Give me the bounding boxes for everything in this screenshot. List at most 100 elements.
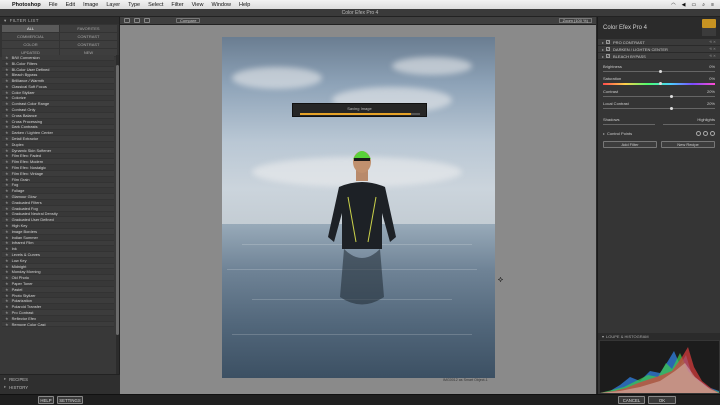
loupe-histogram-header[interactable]: ▾ LOUPE & HISTOGRAM <box>598 333 720 340</box>
favorite-star-icon[interactable]: ★ <box>5 142 9 147</box>
favorite-star-icon[interactable]: ★ <box>5 322 9 327</box>
favorite-star-icon[interactable]: ★ <box>5 165 9 170</box>
ok-button[interactable]: OK <box>648 396 676 404</box>
favorite-star-icon[interactable]: ★ <box>5 148 9 153</box>
favorite-star-icon[interactable]: ★ <box>5 246 9 251</box>
slider-track[interactable] <box>603 95 715 98</box>
favorite-star-icon[interactable]: ★ <box>5 101 9 106</box>
favorite-star-icon[interactable]: ★ <box>5 264 9 269</box>
expand-arrow-icon[interactable]: ▸ <box>602 54 604 59</box>
slider-track[interactable] <box>603 107 715 110</box>
wifi-icon[interactable]: ◠ <box>671 2 675 8</box>
favorite-star-icon[interactable]: ★ <box>5 229 9 234</box>
filter-options-icon[interactable]: ⟲ ✕ <box>709 40 716 44</box>
filter-stack-item[interactable]: ▸ ✓ DARKEN / LIGHTEN CENTER ⟲ ✕ <box>598 46 720 53</box>
filter-list-item[interactable]: ★ Remove Color Cast <box>2 322 114 328</box>
favorite-star-icon[interactable]: ★ <box>5 310 9 315</box>
favorite-star-icon[interactable]: ★ <box>5 269 9 274</box>
adjustment-slider[interactable]: Local Contrast 20% <box>603 101 715 110</box>
filter-stack-item[interactable]: ▸ ✓ BLEACH BYPASS ⟲ ✕ <box>598 53 720 60</box>
scrollbar-thumb[interactable] <box>116 65 119 335</box>
side-by-side-icon[interactable] <box>144 18 150 23</box>
menu-app-name[interactable]: Photoshop <box>12 2 41 8</box>
collapse-arrow-icon[interactable]: ▾ <box>4 18 7 24</box>
adjustment-slider[interactable]: Saturation 0% <box>603 76 715 85</box>
favorite-star-icon[interactable]: ★ <box>5 72 9 77</box>
zoom-select[interactable]: Zoom (100 %) <box>558 18 592 23</box>
adjustment-slider[interactable]: Contrast 20% <box>603 89 715 98</box>
slider-track[interactable] <box>603 82 715 85</box>
slider-knob[interactable] <box>659 70 662 73</box>
add-control-point-icon[interactable] <box>696 131 701 136</box>
favorite-star-icon[interactable]: ★ <box>5 194 9 199</box>
highlights-slider[interactable] <box>663 124 715 125</box>
category-tab[interactable]: CONTRAST <box>60 33 117 40</box>
menu-image[interactable]: Image <box>83 2 98 8</box>
favorite-star-icon[interactable]: ★ <box>5 211 9 216</box>
favorite-star-icon[interactable]: ★ <box>5 281 9 286</box>
favorite-star-icon[interactable]: ★ <box>5 304 9 309</box>
favorite-star-icon[interactable]: ★ <box>5 240 9 245</box>
favorite-star-icon[interactable]: ★ <box>5 235 9 240</box>
favorite-star-icon[interactable]: ★ <box>5 223 9 228</box>
slider-knob[interactable] <box>670 95 674 98</box>
enable-checkbox[interactable]: ✓ <box>606 40 611 44</box>
favorite-star-icon[interactable]: ★ <box>5 55 9 60</box>
favorite-star-icon[interactable]: ★ <box>5 206 9 211</box>
expand-arrow-icon[interactable]: ▸ <box>602 47 604 52</box>
favorite-star-icon[interactable]: ★ <box>5 119 9 124</box>
favorite-star-icon[interactable]: ★ <box>5 217 9 222</box>
favorite-star-icon[interactable]: ★ <box>5 171 9 176</box>
menu-window[interactable]: Window <box>211 2 231 8</box>
help-button[interactable]: HELP <box>38 396 54 404</box>
menu-edit[interactable]: Edit <box>66 2 75 8</box>
cancel-button[interactable]: CANCEL <box>618 396 645 404</box>
favorite-star-icon[interactable]: ★ <box>5 177 9 182</box>
category-tab[interactable]: COLOR <box>2 41 59 48</box>
compare-button[interactable]: Compare <box>176 18 201 23</box>
adjustment-slider[interactable]: Brightness 0% <box>603 64 715 73</box>
favorite-star-icon[interactable]: ★ <box>5 275 9 280</box>
favorite-star-icon[interactable]: ★ <box>5 107 9 112</box>
split-view-icon[interactable] <box>134 18 140 23</box>
favorite-star-icon[interactable]: ★ <box>5 188 9 193</box>
recipes-section[interactable]: ▸ RECIPES <box>0 375 120 383</box>
favorite-star-icon[interactable]: ★ <box>5 84 9 89</box>
category-tab[interactable]: CONTRAST <box>60 41 117 48</box>
menu-file[interactable]: File <box>49 2 58 8</box>
filter-options-icon[interactable]: ⟲ ✕ <box>709 54 716 58</box>
toggle-control-point-icon[interactable] <box>710 131 715 136</box>
remove-control-point-icon[interactable] <box>703 131 708 136</box>
favorite-star-icon[interactable]: ★ <box>5 78 9 83</box>
add-filter-button[interactable]: Add Filter <box>603 141 657 148</box>
category-tab[interactable]: FAVORITES <box>60 25 117 32</box>
battery-icon[interactable]: ▭ <box>692 2 697 8</box>
favorite-star-icon[interactable]: ★ <box>5 159 9 164</box>
category-tab[interactable]: COMMERCIAL <box>2 33 59 40</box>
new-recipe-button[interactable]: New Recipe <box>661 141 715 148</box>
favorite-star-icon[interactable]: ★ <box>5 61 9 66</box>
category-tab[interactable]: ALL <box>2 25 59 32</box>
favorite-star-icon[interactable]: ★ <box>5 113 9 118</box>
favorite-star-icon[interactable]: ★ <box>5 200 9 205</box>
slider-track[interactable] <box>603 70 715 73</box>
history-section[interactable]: ▸ HISTORY <box>0 383 120 391</box>
slider-knob[interactable] <box>670 107 674 110</box>
favorite-star-icon[interactable]: ★ <box>5 316 9 321</box>
filter-list-scrollbar[interactable] <box>116 55 119 388</box>
enable-checkbox[interactable]: ✓ <box>606 54 611 58</box>
favorite-star-icon[interactable]: ★ <box>5 95 9 100</box>
favorite-star-icon[interactable]: ★ <box>5 153 9 158</box>
favorite-star-icon[interactable]: ★ <box>5 90 9 95</box>
favorite-star-icon[interactable]: ★ <box>5 258 9 263</box>
filter-options-icon[interactable]: ⟲ ✕ <box>709 47 716 51</box>
menu-filter[interactable]: Filter <box>171 2 183 8</box>
menu-type[interactable]: Type <box>128 2 140 8</box>
menu-select[interactable]: Select <box>148 2 163 8</box>
settings-button[interactable]: SETTINGS <box>57 396 83 404</box>
favorite-star-icon[interactable]: ★ <box>5 298 9 303</box>
favorite-star-icon[interactable]: ★ <box>5 136 9 141</box>
slider-knob[interactable] <box>659 82 662 85</box>
favorite-star-icon[interactable]: ★ <box>5 124 9 129</box>
expand-arrow-icon[interactable]: ▸ <box>603 131 605 136</box>
